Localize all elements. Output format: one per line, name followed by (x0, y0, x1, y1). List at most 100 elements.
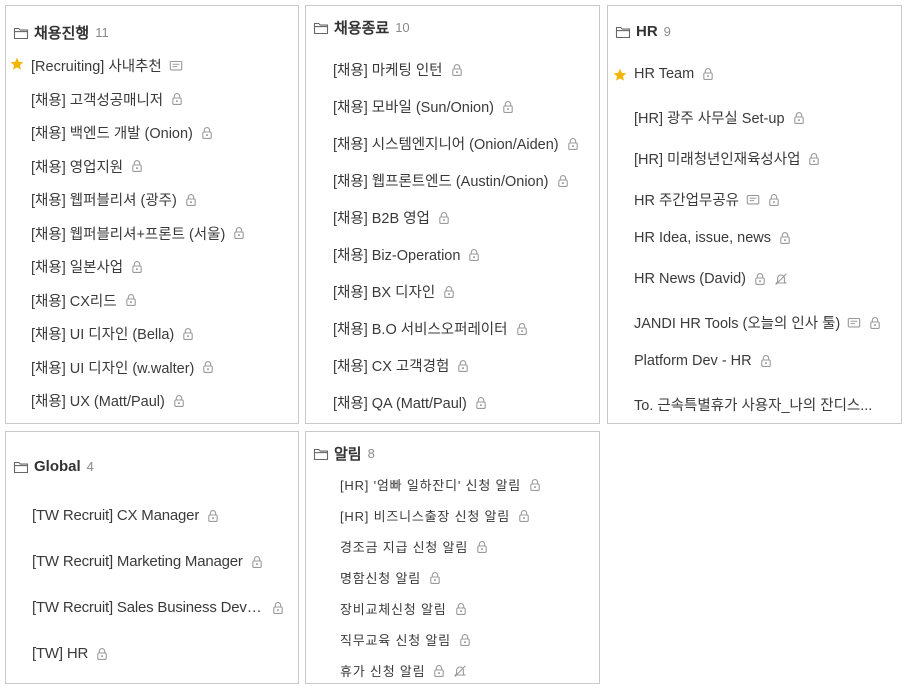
topic-item[interactable]: To. 근속특별휴가 사용자_나의 잔디스... (634, 394, 872, 415)
topic-item[interactable]: [채용] 웹퍼블리셔+프론트 (서울) (31, 223, 246, 244)
bell-off-icon (453, 664, 467, 678)
topic-label: [채용] 웹퍼블리셔+프론트 (서울) (31, 226, 226, 243)
topic-item[interactable]: [TW Recruit] Marketing Manager (32, 553, 264, 570)
lock-icon (454, 602, 468, 616)
topic-item[interactable]: [TW Recruit] Sales Business Devel... (32, 599, 285, 616)
lock-icon (467, 248, 481, 262)
topic-item[interactable]: 명함신청 알림 (340, 568, 442, 587)
lock-icon (792, 111, 806, 125)
topic-label: [HR] 비즈니스출장 신청 알림 (340, 509, 511, 524)
lock-icon (778, 231, 792, 245)
topic-item[interactable]: [HR] 미래청년인재육성사업 (634, 148, 821, 169)
topic-item[interactable]: [채용] 모바일 (Sun/Onion) (333, 96, 515, 117)
topic-item[interactable]: [TW Recruit] CX Manager (32, 507, 220, 524)
topic-item[interactable]: [HR] 광주 사무실 Set-up (634, 107, 806, 128)
topic-item[interactable]: Platform Dev - HR (634, 353, 773, 369)
topic-item[interactable]: [Recruiting] 사내추천 (31, 55, 183, 76)
topic-item[interactable]: [채용] QA (Matt/Paul) (333, 392, 488, 413)
folder-panel-recruiting-open: 채용진행 11 [Recruiting] 사내추천 [채용] 고객성공매니저 [채용] … (5, 5, 299, 424)
folder-header[interactable]: 채용진행 11 (13, 22, 109, 43)
topic-label: [채용] UX (Matt/Paul) (31, 394, 165, 410)
lock-icon (201, 360, 215, 374)
topic-label: [채용] B.O 서비스오퍼레이터 (333, 322, 508, 338)
folder-count: 8 (367, 446, 375, 461)
topic-item[interactable]: HR News (David) (634, 271, 788, 287)
bell-off-icon (774, 272, 788, 286)
lock-icon (181, 327, 195, 341)
topic-item[interactable]: HR Idea, issue, news (634, 230, 792, 246)
star-icon[interactable] (613, 68, 627, 82)
topic-item[interactable]: [채용] 영업지원 (31, 156, 144, 177)
topic-item[interactable]: JANDI HR Tools (오늘의 인사 툴) (634, 312, 882, 333)
topic-label: [채용] UI 디자인 (Bella) (31, 327, 175, 343)
lock-icon (556, 174, 570, 188)
topic-item[interactable]: [TW] HR (32, 645, 109, 662)
topic-item[interactable]: [채용] 일본사업 (31, 256, 144, 277)
folder-count: 11 (95, 25, 109, 40)
topic-label: [채용] CX 고객경험 (333, 359, 450, 375)
topic-item[interactable]: [채용] Biz-Operation (333, 244, 481, 265)
lock-icon (432, 664, 446, 678)
topic-item[interactable]: [채용] B.O 서비스오퍼레이터 (333, 318, 529, 339)
folder-header[interactable]: 채용종료 10 (313, 17, 410, 38)
lock-icon (200, 126, 214, 140)
topic-item[interactable]: [HR] 비즈니스출장 신청 알림 (340, 506, 531, 525)
topic-label: [채용] 마케팅 인턴 (333, 63, 443, 79)
topic-label: HR News (David) (634, 271, 746, 287)
lock-icon (206, 509, 220, 523)
folder-icon (615, 25, 631, 39)
lock-icon (868, 316, 882, 330)
topic-item[interactable]: [채용] BX 디자인 (333, 281, 456, 302)
topic-label: [채용] QA (Matt/Paul) (333, 396, 467, 412)
topic-item[interactable]: [채용] UX (Matt/Paul) (31, 390, 186, 411)
topic-item[interactable]: [채용] CX리드 (31, 290, 138, 311)
lock-icon (428, 571, 442, 585)
topic-item[interactable]: [채용] 웹퍼블리셔 (광주) (31, 189, 198, 210)
lock-icon (184, 193, 198, 207)
topic-label: 장비교체신청 알림 (340, 602, 447, 617)
topic-item[interactable]: 휴가 신청 알림 (340, 661, 467, 680)
lock-icon (759, 354, 773, 368)
board-icon (847, 316, 861, 330)
lock-icon (130, 159, 144, 173)
topic-item[interactable]: [채용] CX 고객경험 (333, 355, 470, 376)
topic-item[interactable]: HR Team (634, 66, 715, 82)
topic-label: 경조금 지급 신청 알림 (340, 540, 469, 555)
folder-title: Global (34, 458, 81, 475)
topic-label: [채용] CX리드 (31, 293, 117, 310)
topic-item[interactable]: [채용] B2B 영업 (333, 207, 451, 228)
topic-item[interactable]: HR 주간업무공유 (634, 189, 781, 210)
topic-item[interactable]: [채용] 백엔드 개발 (Onion) (31, 122, 214, 143)
lock-icon (501, 100, 515, 114)
topic-label: [채용] 모바일 (Sun/Onion) (333, 100, 494, 116)
topic-label: [TW] HR (32, 645, 89, 662)
star-icon[interactable] (10, 57, 24, 71)
topic-item[interactable]: 직무교육 신청 알림 (340, 630, 472, 649)
topic-item[interactable]: [채용] UI 디자인 (w.walter) (31, 357, 215, 378)
folder-header[interactable]: Global 4 (13, 458, 94, 475)
topic-item[interactable]: [채용] UI 디자인 (Bella) (31, 323, 195, 344)
topic-item[interactable]: 경조금 지급 신청 알림 (340, 537, 489, 556)
lock-icon (456, 359, 470, 373)
topic-label: [채용] B2B 영업 (333, 211, 430, 227)
lock-icon (124, 293, 138, 307)
folder-header[interactable]: 알림 8 (313, 443, 375, 464)
topic-label: [HR] '엄빠 일하잔디' 신청 알림 (340, 478, 522, 493)
folder-icon (313, 447, 329, 461)
topic-item[interactable]: [채용] 시스템엔지니어 (Onion/Aiden) (333, 133, 580, 154)
topic-item[interactable]: [채용] 마케팅 인턴 (333, 59, 464, 80)
lock-icon (250, 555, 264, 569)
topic-label: [채용] 웹프론트엔드 (Austin/Onion) (333, 174, 549, 190)
lock-icon (528, 478, 542, 492)
topic-item[interactable]: [채용] 웹프론트엔드 (Austin/Onion) (333, 170, 570, 191)
folder-title: 채용진행 (34, 25, 90, 42)
folder-header[interactable]: HR 9 (615, 23, 671, 40)
topic-item[interactable]: [HR] '엄빠 일하잔디' 신청 알림 (340, 475, 542, 494)
topic-label: [채용] UI 디자인 (w.walter) (31, 360, 195, 377)
topic-item[interactable]: 장비교체신청 알림 (340, 599, 468, 618)
topic-label: [채용] 시스템엔지니어 (Onion/Aiden) (333, 137, 559, 153)
topic-label: To. 근속특별휴가 사용자_나의 잔디스... (634, 398, 873, 414)
topic-item[interactable]: [채용] 고객성공매니저 (31, 89, 184, 110)
topic-label: [채용] 영업지원 (31, 159, 124, 176)
topic-label: [채용] BX 디자인 (333, 285, 436, 301)
